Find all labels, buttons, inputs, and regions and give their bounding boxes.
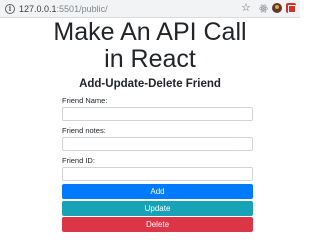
add-button[interactable]: Add <box>62 184 253 199</box>
friend-name-label: Friend Name: <box>62 96 108 105</box>
page-title-line2: in React <box>104 45 196 73</box>
friend-name-input[interactable] <box>62 107 253 121</box>
url-path: :5501/public/ <box>56 4 108 14</box>
update-button[interactable]: Update <box>62 201 253 216</box>
friend-id-input[interactable] <box>62 167 253 181</box>
page-title: Make An API Call in React <box>0 19 300 73</box>
url-text[interactable]: 127.0.0.1:5501/public/ <box>19 3 108 15</box>
page-title-line1: Make An API Call <box>53 18 247 46</box>
friend-notes-input[interactable] <box>62 137 253 151</box>
friend-notes-label: Friend notes: <box>62 126 106 135</box>
screenshot-extension-icon[interactable] <box>286 3 296 13</box>
friend-id-label: Friend ID: <box>62 156 95 165</box>
url-host: 127.0.0.1 <box>19 4 57 14</box>
react-devtools-icon[interactable] <box>259 4 268 13</box>
delete-button[interactable]: Delete <box>62 217 253 232</box>
browser-address-bar[interactable]: i 127.0.0.1:5501/public/ ☆ <box>0 0 300 18</box>
cookie-icon[interactable] <box>272 3 282 13</box>
site-info-icon[interactable]: i <box>5 4 15 14</box>
bookmark-star-icon[interactable]: ☆ <box>241 2 251 14</box>
form-heading: Add-Update-Delete Friend <box>79 78 221 90</box>
